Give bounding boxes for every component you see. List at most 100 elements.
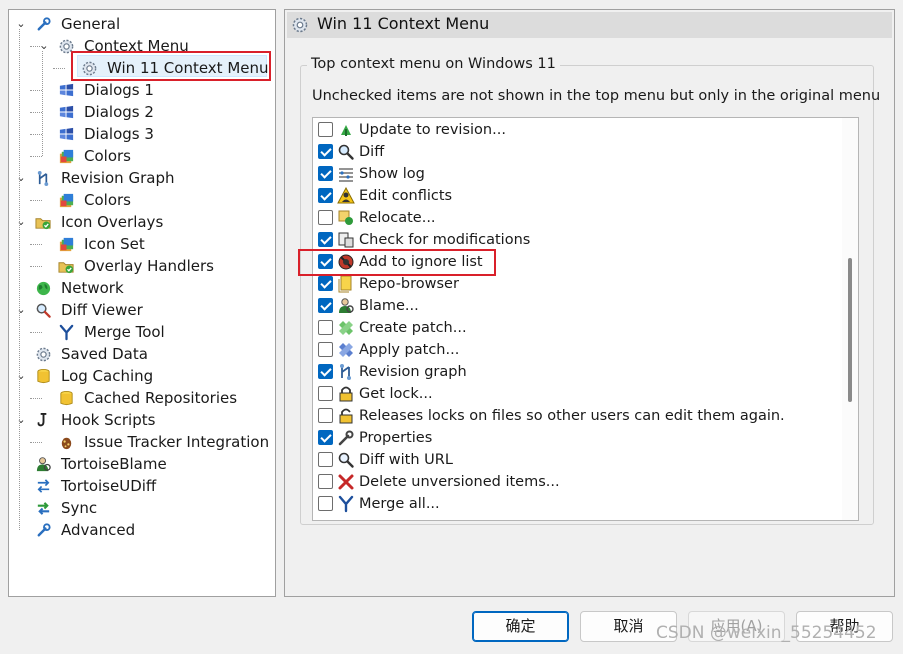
context-menu-item-row[interactable]: Merge all... <box>313 493 841 515</box>
tree-guide-line <box>30 200 42 201</box>
tree-node[interactable]: ⌄ Hook Scripts <box>9 409 275 431</box>
expand-toggle-icon[interactable]: ⌄ <box>15 13 27 35</box>
context-menu-item-row[interactable]: Apply patch... <box>313 339 841 361</box>
tree-node[interactable]: Sync <box>9 497 275 519</box>
tree-guide-line <box>42 51 43 156</box>
tree-node[interactable]: Colors <box>9 145 275 167</box>
diff-url-icon <box>338 452 354 468</box>
tree-node[interactable]: Dialogs 3 <box>9 123 275 145</box>
item-checkbox[interactable] <box>318 144 333 159</box>
context-menu-item-row[interactable]: Check for modifications <box>313 229 841 251</box>
tree-node[interactable]: Colors <box>9 189 275 211</box>
item-checkbox[interactable] <box>318 232 333 247</box>
tree-guide-line <box>30 266 42 267</box>
tree-node[interactable]: Win 11 Context Menu <box>9 57 275 79</box>
tree-node[interactable]: ⌄ General <box>9 13 275 35</box>
bug-icon <box>61 437 72 450</box>
context-menu-item-row[interactable]: Repo-browser <box>313 273 841 295</box>
diff-icon <box>338 144 354 160</box>
list-scrollbar[interactable] <box>842 118 858 520</box>
watermark-text: CSDN @weixin_55254452 <box>656 623 877 643</box>
expand-toggle-icon[interactable]: ⌄ <box>15 167 27 189</box>
update-icon <box>341 125 351 136</box>
item-checkbox[interactable] <box>318 474 333 489</box>
context-menu-item-row[interactable]: Diff <box>313 141 841 163</box>
item-label: Diff with URL <box>359 452 453 468</box>
gear-icon <box>82 61 97 76</box>
context-menu-item-row[interactable]: Edit conflicts <box>313 185 841 207</box>
settings-tree[interactable]: ⌄ General ⌄ Context Menu Win 11 Context Menu… <box>8 9 276 597</box>
item-checkbox[interactable] <box>318 210 333 225</box>
expand-toggle-icon[interactable]: ⌄ <box>15 409 27 431</box>
item-checkbox[interactable] <box>318 276 333 291</box>
tree-node-label: Log Caching <box>61 367 154 385</box>
udiff-icon <box>37 479 50 493</box>
tree-node[interactable]: Network <box>9 277 275 299</box>
tree-node[interactable]: Overlay Handlers <box>9 255 275 277</box>
item-checkbox[interactable] <box>318 408 333 423</box>
tree-node[interactable]: Saved Data <box>9 343 275 365</box>
tree-node[interactable]: ⌄ Context Menu <box>9 35 275 57</box>
expand-toggle-icon[interactable]: ⌄ <box>15 299 27 321</box>
item-checkbox[interactable] <box>318 122 333 137</box>
tree-guide-line <box>30 398 42 399</box>
item-checkbox[interactable] <box>318 364 333 379</box>
item-checkbox[interactable] <box>318 430 333 445</box>
tree-guide-line <box>30 244 42 245</box>
context-menu-item-row[interactable]: Properties <box>313 427 841 449</box>
context-menu-item-row[interactable]: Releases locks on files so other users c… <box>313 405 841 427</box>
context-menu-item-row[interactable]: Get lock... <box>313 383 841 405</box>
expand-toggle-icon[interactable]: ⌄ <box>15 211 27 233</box>
item-checkbox[interactable] <box>318 342 333 357</box>
tree-node[interactable]: Advanced <box>9 519 275 541</box>
tree-node-label: TortoiseUDiff <box>61 477 157 495</box>
tree-node[interactable]: ⌄ Log Caching <box>9 365 275 387</box>
scrollbar-thumb[interactable] <box>848 258 852 402</box>
tree-node-label: Dialogs 3 <box>84 125 154 143</box>
tree-node[interactable]: Merge Tool <box>9 321 275 343</box>
lock-icon <box>339 386 353 402</box>
windows-icon <box>59 105 74 119</box>
item-checkbox[interactable] <box>318 298 333 313</box>
tree-node[interactable]: ⌄ Diff Viewer <box>9 299 275 321</box>
repo-browser-icon <box>338 275 352 293</box>
tree-node[interactable]: ⌄ Revision Graph <box>9 167 275 189</box>
revision-graph-icon <box>340 364 351 380</box>
item-checkbox[interactable] <box>318 320 333 335</box>
context-menu-item-row[interactable]: Update to revision... <box>313 119 841 141</box>
folder-overlay-icon <box>35 218 51 230</box>
tree-node[interactable]: Issue Tracker Integration <box>9 431 275 453</box>
tree-node[interactable]: Dialogs 1 <box>9 79 275 101</box>
item-checkbox[interactable] <box>318 452 333 467</box>
colors-icon <box>59 237 74 252</box>
context-menu-item-row[interactable]: Relocate... <box>313 207 841 229</box>
tree-node[interactable]: TortoiseBlame <box>9 453 275 475</box>
item-label: Repo-browser <box>359 276 459 292</box>
tree-node[interactable]: Cached Repositories <box>9 387 275 409</box>
tree-guide-line <box>30 332 42 333</box>
item-checkbox[interactable] <box>318 166 333 181</box>
group-description: Unchecked items are not shown in the top… <box>312 88 881 104</box>
item-label: Properties <box>359 430 433 446</box>
tree-node[interactable]: Dialogs 2 <box>9 101 275 123</box>
ok-button[interactable]: 确定 <box>472 611 569 642</box>
tree-guide-line <box>30 90 42 91</box>
context-menu-item-row[interactable]: Diff with URL <box>313 449 841 471</box>
context-menu-item-row[interactable]: Delete unversioned items... <box>313 471 841 493</box>
tree-node[interactable]: ⌄ Icon Overlays <box>9 211 275 233</box>
context-menu-item-list[interactable]: Update to revision... Diff Show log Edit co… <box>312 117 859 521</box>
context-menu-item-row[interactable]: Revision graph <box>313 361 841 383</box>
context-menu-item-row[interactable]: Create patch... <box>313 317 841 339</box>
database-icon <box>37 368 50 384</box>
item-checkbox[interactable] <box>318 496 333 511</box>
expand-toggle-icon[interactable]: ⌄ <box>15 365 27 387</box>
tree-node[interactable]: Icon Set <box>9 233 275 255</box>
item-checkbox[interactable] <box>318 386 333 401</box>
context-menu-item-row[interactable]: Blame... <box>313 295 841 317</box>
item-checkbox[interactable] <box>318 188 333 203</box>
gear-icon <box>36 347 51 362</box>
tree-node[interactable]: TortoiseUDiff <box>9 475 275 497</box>
item-label: Apply patch... <box>359 342 460 358</box>
context-menu-item-row[interactable]: Show log <box>313 163 841 185</box>
tree-node-label: Icon Overlays <box>61 213 164 231</box>
